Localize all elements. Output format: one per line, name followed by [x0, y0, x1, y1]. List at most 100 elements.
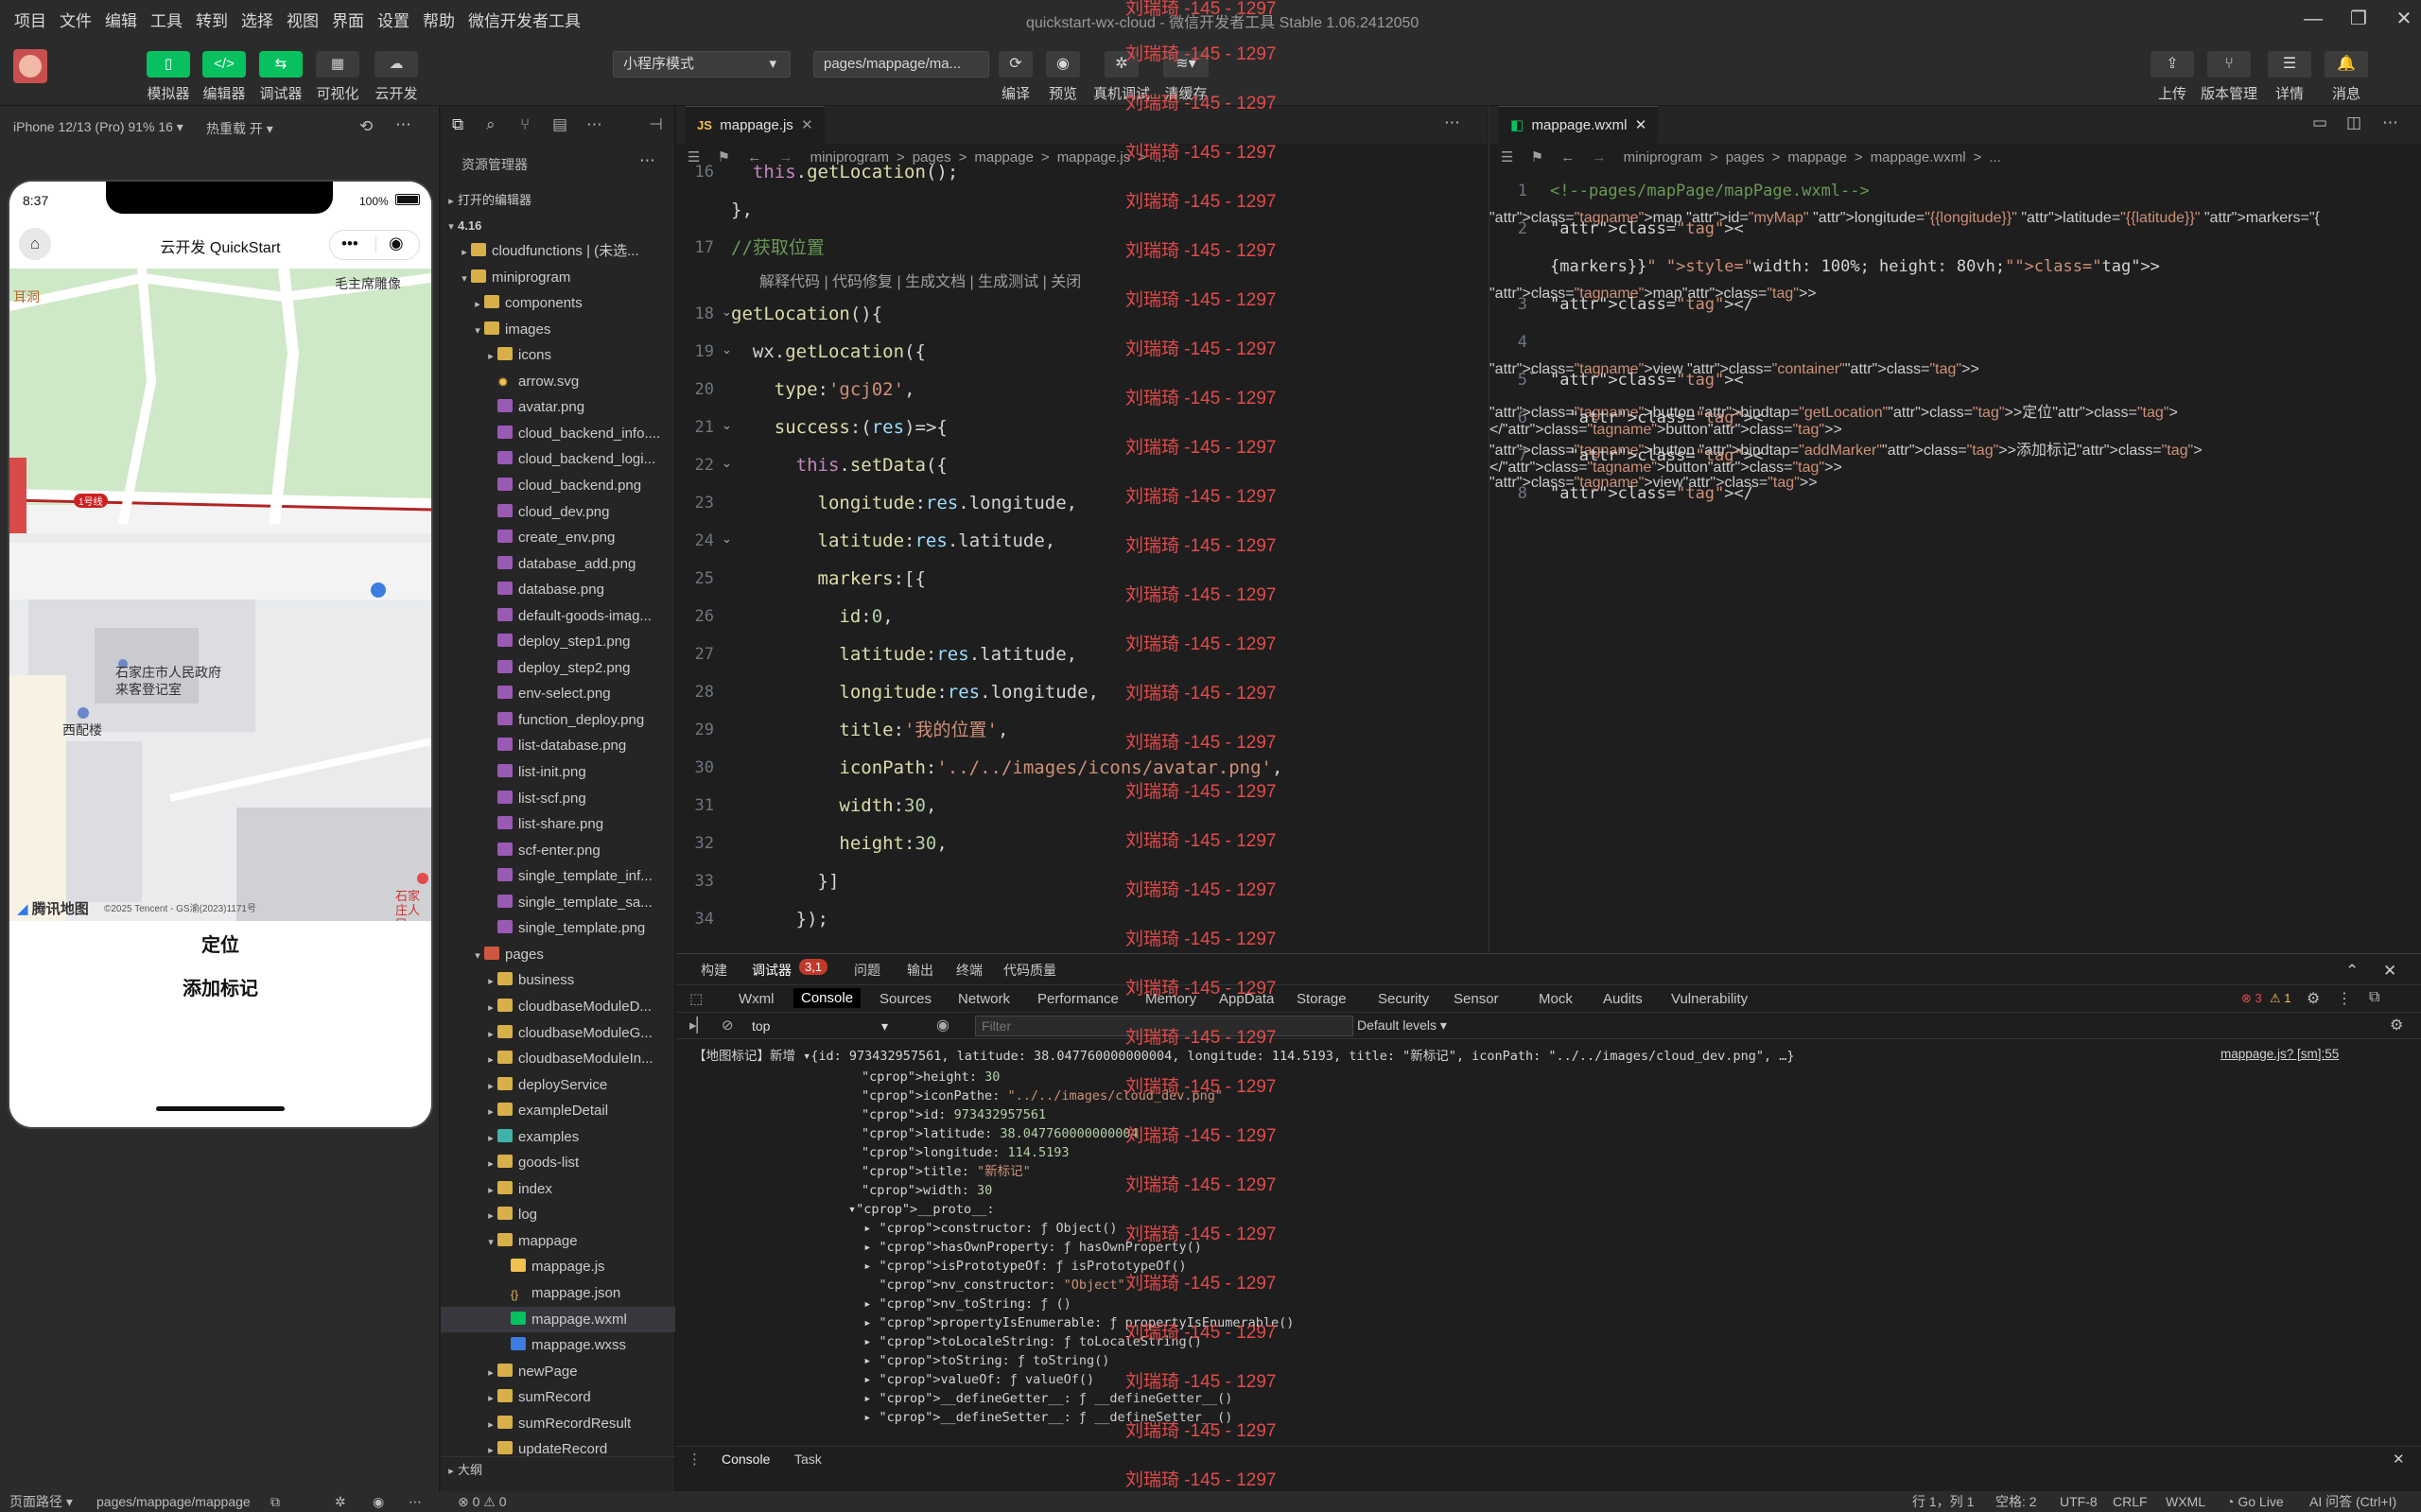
tree-folder[interactable]: ▸ cloudbaseModuleD...: [441, 994, 675, 1019]
editor-toggle[interactable]: </>: [202, 51, 246, 78]
tree-folder[interactable]: ▸ cloudfunctions | (未选...: [441, 238, 675, 264]
panel-tab-performance[interactable]: Performance: [1037, 991, 1119, 1007]
minimize-icon[interactable]: —: [2298, 4, 2328, 34]
tab-mappage-wxml[interactable]: ◧ mappage.wxml ✕: [1499, 106, 1659, 144]
encoding[interactable]: UTF-8: [2060, 1491, 2098, 1512]
cloud-dev-button[interactable]: ☁: [374, 51, 418, 78]
cursor-position[interactable]: 行 1，列 1: [1912, 1491, 1974, 1512]
fold-icon[interactable]: ⌄: [722, 456, 732, 471]
tab-more-icon[interactable]: ⋯: [2382, 113, 2398, 132]
menu-item[interactable]: 选择: [235, 8, 280, 31]
tree-file[interactable]: deploy_step2.png: [441, 655, 675, 681]
tree-folder[interactable]: ▾ mappage: [441, 1228, 675, 1254]
tree-folder[interactable]: ▸ cloudbaseModuleG...: [441, 1020, 675, 1046]
capsule-menu[interactable]: ••• ◉: [329, 230, 420, 260]
tree-folder[interactable]: ▸ cloudbaseModuleIn...: [441, 1046, 675, 1071]
mode-select[interactable]: 小程序模式 ▾: [613, 51, 791, 78]
panel-tab-sources[interactable]: Sources: [880, 991, 932, 1007]
tree-folder[interactable]: ▸ index: [441, 1176, 675, 1202]
tree-file[interactable]: scf-enter.png: [441, 838, 675, 863]
error-count[interactable]: ⊗ 3: [2241, 991, 2262, 1006]
debug-icon[interactable]: ✲: [335, 1491, 346, 1512]
levels-select[interactable]: Default levels ▾: [1357, 1017, 1447, 1034]
breadcrumb-item[interactable]: pages: [1726, 149, 1765, 165]
device-select[interactable]: iPhone 12/13 (Pro) 91% 16 ▾: [13, 119, 183, 135]
console-settings-icon[interactable]: ⚙: [2390, 1016, 2403, 1034]
menu-item[interactable]: 文件: [53, 8, 98, 31]
warning-count[interactable]: ⚠ 1: [2270, 991, 2291, 1006]
inspect-icon[interactable]: ⬚: [689, 990, 703, 1007]
close-icon[interactable]: ✕: [2389, 4, 2419, 34]
fold-icon[interactable]: ⌄: [722, 531, 732, 547]
tree-file[interactable]: {} mappage.json: [441, 1280, 675, 1306]
panel-tab-audits[interactable]: Audits: [1603, 991, 1643, 1007]
rotate-icon[interactable]: ⟲: [359, 117, 373, 136]
undock-icon[interactable]: ⧉: [2369, 989, 2379, 1006]
fold-icon[interactable]: ⌄: [722, 304, 732, 320]
console-log-header[interactable]: 【地图标记】新增 ▾{id: 973432957561, latitude: 3…: [676, 1047, 2407, 1068]
menu-item[interactable]: 转到: [189, 8, 235, 31]
more-icon[interactable]: ⋯: [586, 115, 602, 134]
tree-file[interactable]: ✹ arrow.svg: [441, 369, 675, 394]
menu-item[interactable]: 帮助: [416, 8, 462, 31]
details-icon[interactable]: ☰: [2268, 51, 2311, 78]
tree-file[interactable]: list-share.png: [441, 811, 675, 837]
context-select[interactable]: top ▾: [744, 1016, 896, 1036]
log-source-link[interactable]: mappage.js? [sm]:55: [2221, 1047, 2339, 1061]
panel-tab-network[interactable]: Network: [958, 991, 1010, 1007]
go-live[interactable]: ◔ Go Live: [2226, 1491, 2284, 1512]
tree-file[interactable]: deploy_step1.png: [441, 629, 675, 654]
console-prop-line[interactable]: ▸ "cprop">nv_toString: ƒ (): [848, 1295, 1071, 1313]
explorer-more-icon[interactable]: ⋯: [639, 151, 655, 170]
tree-file[interactable]: list-scf.png: [441, 786, 675, 811]
debugger-toggle[interactable]: ⇆: [259, 51, 303, 78]
tab-mappage-js[interactable]: JS mappage.js ✕: [686, 106, 825, 144]
devtools-tab[interactable]: 代码质量: [1003, 961, 1056, 980]
tree-folder[interactable]: ▸ sumRecordResult: [441, 1411, 675, 1436]
console-prop-line[interactable]: ▸ "cprop">constructor: ƒ Object(): [848, 1219, 1117, 1238]
more-icon[interactable]: ⋯: [395, 115, 411, 134]
tree-folder[interactable]: ▾ miniprogram: [441, 265, 675, 290]
tree-file[interactable]: mappage.wxss: [441, 1332, 675, 1358]
map-view[interactable]: 耳洞 毛主席雕像 1号线 石家庄市人民政府来客登记室 西配楼 石家庄人民 ◢ 腾…: [9, 269, 431, 921]
target-icon[interactable]: ◉: [389, 234, 404, 253]
tree-file[interactable]: function_deploy.png: [441, 707, 675, 733]
tree-file[interactable]: mappage.wxml: [441, 1306, 675, 1332]
git-icon[interactable]: ⑂: [520, 115, 530, 134]
maximize-icon[interactable]: ❐: [2343, 4, 2374, 34]
tree-file[interactable]: list-database.png: [441, 733, 675, 758]
fold-icon[interactable]: ⌄: [1527, 363, 1538, 378]
files-icon[interactable]: ⧉: [452, 115, 463, 134]
console-prop-line[interactable]: ▸ "cprop">toString: ƒ toString(): [848, 1351, 1109, 1370]
tree-file[interactable]: cloud_dev.png: [441, 499, 675, 525]
forward-icon[interactable]: →: [1592, 149, 1606, 165]
tree-file[interactable]: list-init.png: [441, 759, 675, 785]
tree-file[interactable]: default-goods-imag...: [441, 603, 675, 629]
devtools-tab[interactable]: 构建: [701, 961, 727, 980]
page-select[interactable]: pages/mappage/ma...: [813, 51, 989, 78]
menu-item[interactable]: 项目: [8, 8, 53, 31]
search-icon[interactable]: ⌕: [486, 115, 496, 134]
back-icon[interactable]: ←: [1560, 149, 1575, 165]
panel-tab-vulnerability[interactable]: Vulnerability: [1671, 991, 1748, 1007]
settings-icon[interactable]: ⚙: [2307, 989, 2320, 1008]
tree-folder[interactable]: ▸ deployService: [441, 1072, 675, 1098]
bottom-tab-task[interactable]: Task: [794, 1451, 822, 1467]
devtools-tab[interactable]: 输出: [907, 961, 933, 980]
bottom-tab-console[interactable]: Console: [722, 1451, 770, 1467]
preview-eye-icon[interactable]: ◉: [373, 1491, 384, 1512]
tree-file[interactable]: single_template_sa...: [441, 890, 675, 915]
drawer-close-icon[interactable]: ✕: [2393, 1451, 2405, 1468]
tree-folder[interactable]: ▸ exampleDetail: [441, 1098, 675, 1123]
tree-file[interactable]: avatar.png: [441, 394, 675, 420]
menu-item[interactable]: 编辑: [98, 8, 144, 31]
problems-count[interactable]: ⊗ 0 ⚠ 0: [458, 1491, 507, 1512]
page-path-label[interactable]: 页面路径 ▾: [9, 1491, 73, 1512]
tree-root[interactable]: ▾ 4.16: [441, 213, 675, 238]
breadcrumb-item[interactable]: ...: [1989, 149, 2001, 165]
tree-file[interactable]: cloud_backend_logi...: [441, 446, 675, 472]
collapse-panel-icon[interactable]: ⌃: [2345, 962, 2359, 981]
kebab-icon[interactable]: ⋮: [2337, 989, 2352, 1008]
tree-folder[interactable]: ▸ examples: [441, 1124, 675, 1150]
tree-file[interactable]: mappage.js: [441, 1254, 675, 1279]
